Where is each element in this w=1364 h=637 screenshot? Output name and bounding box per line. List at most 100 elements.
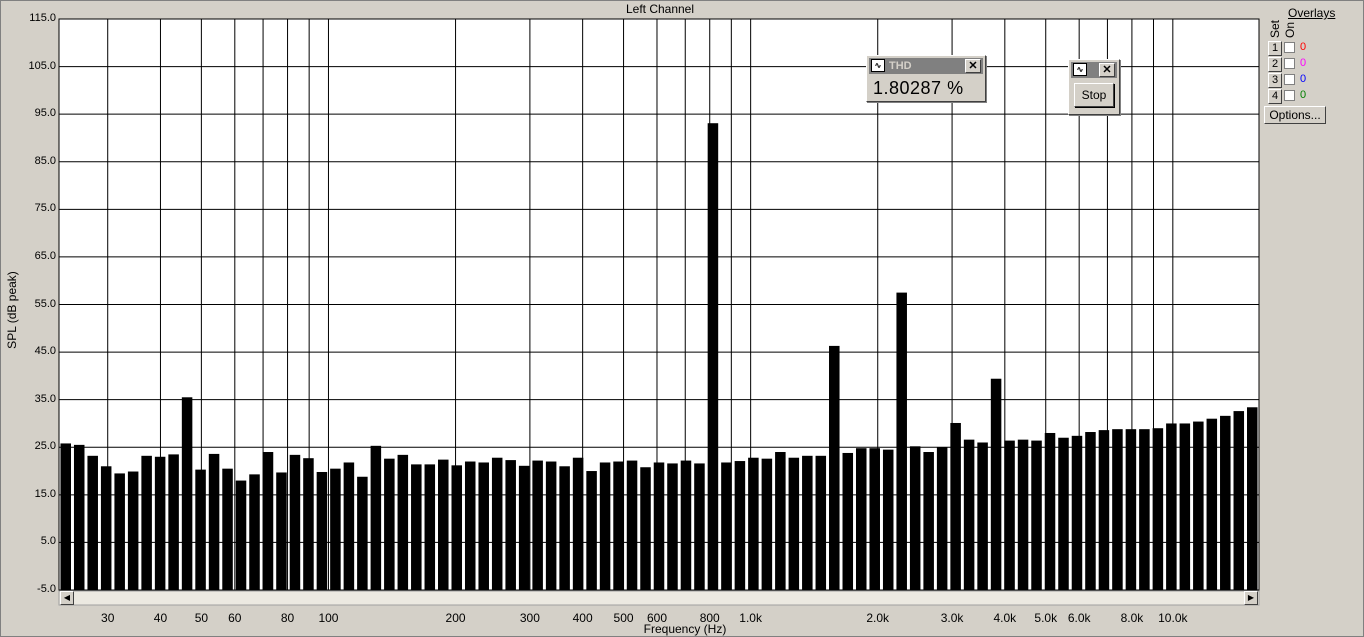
spectrum-bar — [330, 468, 341, 590]
y-axis-label: SPL (dB peak) — [5, 271, 19, 349]
spectrum-chart — [58, 18, 1260, 606]
x-tick-label: 50 — [194, 611, 209, 625]
spectrum-bar — [249, 474, 260, 590]
thd-window[interactable]: ∿ THD ✕ 1.80287 % — [866, 55, 986, 102]
spectrum-bar — [168, 454, 179, 590]
x-tick-label: 30 — [101, 611, 115, 625]
spectrum-bar — [626, 460, 638, 590]
spectrum-bar — [451, 465, 463, 590]
x-tick-label: 60 — [228, 611, 242, 625]
overlay-options-button[interactable]: Options... — [1264, 106, 1326, 124]
x-tick-label: 3.0k — [940, 611, 964, 625]
overlays-title[interactable]: Overlays — [1288, 6, 1335, 20]
spectrum-bar — [667, 463, 678, 590]
spectrum-bar — [802, 455, 813, 590]
spectrum-bar — [586, 471, 597, 590]
spectrum-bar — [464, 461, 476, 590]
thd-title: THD — [889, 60, 912, 72]
spectrum-bar — [882, 449, 894, 590]
spectrum-bar — [855, 448, 867, 590]
overlay-on-checkbox-2[interactable] — [1284, 58, 1295, 69]
spectrum-bar — [1031, 440, 1042, 590]
spectrum-bar — [289, 454, 301, 590]
overlay-set-button-4[interactable]: 4 — [1268, 89, 1282, 104]
spectrum-bar — [545, 461, 557, 590]
overlay-on-checkbox-4[interactable] — [1284, 90, 1295, 101]
spectrum-bar — [680, 460, 692, 590]
stop-titlebar[interactable]: ∿ ✕ — [1071, 62, 1117, 78]
overlay-value-2: 0 — [1300, 57, 1307, 69]
spectrum-bar — [397, 454, 409, 590]
spectrum-bar — [815, 455, 827, 590]
scroll-right-button[interactable]: ▶ — [1244, 591, 1258, 605]
spectrum-bar — [357, 476, 368, 590]
stop-button[interactable]: Stop — [1074, 83, 1114, 107]
spectrum-bar — [1152, 428, 1164, 590]
stop-close-button[interactable]: ✕ — [1099, 63, 1115, 77]
spectrum-bar — [896, 292, 907, 590]
spectrum-bar — [1166, 423, 1177, 590]
y-tick-label: 85.0 — [34, 154, 56, 167]
spectrum-bar — [963, 439, 975, 590]
spectrum-bar — [923, 452, 934, 590]
spectrum-bar — [1206, 418, 1218, 590]
x-tick-label: 8.0k — [1120, 611, 1144, 625]
spectrum-bar — [572, 457, 584, 590]
x-tick-label: 400 — [572, 611, 593, 625]
x-tick-label: 6.0k — [1067, 611, 1091, 625]
spectrum-bar — [276, 472, 287, 590]
spectrum-bar — [384, 458, 395, 590]
spectrum-bar — [842, 452, 854, 590]
overlays-set-header: Set — [1268, 19, 1282, 38]
spectrum-bar — [1017, 439, 1029, 590]
spectrum-bar — [1247, 407, 1258, 590]
overlays-on-header: On — [1283, 21, 1297, 38]
overlay-value-3: 0 — [1300, 73, 1307, 85]
y-tick-label: 95.0 — [34, 107, 56, 120]
spectrum-bar — [438, 459, 449, 590]
spectrum-bar — [181, 397, 193, 590]
spectrum-bar — [235, 480, 247, 590]
y-tick-label: 35.0 — [34, 392, 56, 405]
spectrum-bar — [532, 460, 543, 590]
spectrum-bar — [599, 462, 611, 590]
spectrum-bar — [1233, 411, 1245, 590]
overlay-set-button-2[interactable]: 2 — [1268, 57, 1282, 72]
x-tick-label: 4.0k — [993, 611, 1017, 625]
spectrum-bar — [141, 455, 152, 590]
overlay-value-4: 0 — [1300, 89, 1307, 101]
spectrum-bar — [114, 473, 125, 590]
spectrum-bar — [73, 444, 85, 590]
overlay-set-button-1[interactable]: 1 — [1268, 41, 1282, 56]
spectrum-bar — [343, 462, 355, 590]
y-tick-label: 5.0 — [40, 535, 56, 548]
spectrum-bar — [707, 123, 719, 591]
overlay-set-button-3[interactable]: 3 — [1268, 73, 1282, 88]
y-tick-label: 115.0 — [29, 12, 56, 24]
x-tick-label: 10.0k — [1158, 611, 1188, 625]
thd-titlebar[interactable]: ∿ THD ✕ — [869, 58, 983, 74]
spectrum-bar — [694, 463, 705, 590]
x-tick-label: 200 — [445, 611, 466, 625]
horizontal-scrollbar[interactable] — [58, 590, 1260, 606]
y-tick-label: 105.0 — [28, 59, 56, 72]
spectrum-bar — [1139, 429, 1150, 590]
spectrum-bar — [87, 455, 98, 590]
overlay-on-checkbox-3[interactable] — [1284, 74, 1295, 85]
stop-window[interactable]: ∿ ✕ Stop — [1068, 59, 1120, 115]
x-tick-label: 300 — [519, 611, 540, 625]
spectrum-bar — [411, 464, 422, 590]
y-tick-label: 75.0 — [34, 202, 56, 215]
overlay-value-1: 0 — [1300, 41, 1307, 53]
spectrum-bar — [424, 464, 436, 590]
spectrum-bar — [990, 378, 1002, 590]
scroll-left-button[interactable]: ◀ — [60, 591, 74, 605]
spectrum-bar — [478, 462, 489, 590]
spectrum-bar — [127, 471, 139, 590]
spectrum-bar — [559, 466, 570, 590]
spectrum-bar — [222, 468, 233, 590]
spectrum-bar — [748, 457, 759, 590]
thd-close-button[interactable]: ✕ — [965, 59, 981, 73]
overlay-on-checkbox-1[interactable] — [1284, 42, 1295, 53]
spectrum-bar — [505, 460, 516, 590]
